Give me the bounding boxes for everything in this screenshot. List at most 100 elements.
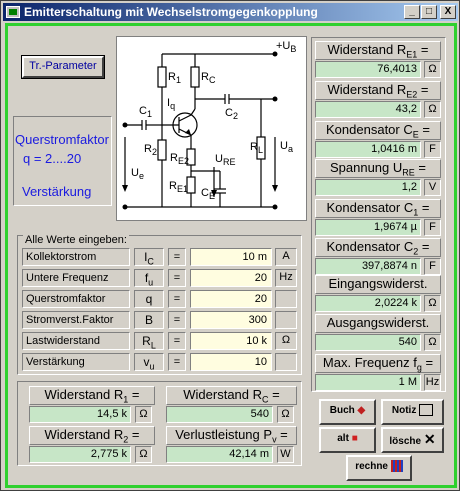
result-unit-4: F [424,219,441,236]
input-symbol-2: q [134,290,164,308]
app-window: Emitterschaltung mit Wechselstromgegenko… [0,0,460,491]
result-label-4: Kondensator C1 = [315,199,441,218]
bottom-unit-1: Ω [277,406,294,423]
input-symbol-5: vu [134,353,164,371]
result-unit-2: F [424,141,441,158]
alt-button[interactable]: alt ■ [319,427,376,453]
bottom-eq: = [276,427,288,442]
result-name: Ausgangswiderst. [326,315,430,330]
symbol-sub: u [149,361,155,372]
label-ub: +UB [276,40,297,55]
label-ure: URE [215,153,236,168]
close-button[interactable]: X [440,5,456,19]
bottom-eq: = [128,427,140,442]
input-label-3: Stromverst.Faktor [22,311,130,329]
result-unit-7: Ω [424,334,441,351]
minimize-button[interactable]: _ [404,5,420,19]
result-value-2: 1,0416 m [315,141,421,158]
result-label-8: Max. Frequenz fg = [315,354,441,373]
bottom-label-1: Widerstand RC = [166,386,297,405]
result-unit-6: Ω [424,295,441,312]
input-label-0: Kollektorstrom [22,248,130,266]
input-unit-1: Hz [275,269,297,287]
bottom-label-2: Widerstand R2 = [29,426,155,445]
notiz-button[interactable]: Notiz [381,399,444,425]
label-ce: CE [201,187,215,202]
bottom-name: Widerstand R [183,387,263,402]
bottom-label-3: Verlustleistung Pv = [166,426,297,445]
input-symbol-4: RL [134,332,164,350]
result-unit-3: V [424,179,441,196]
result-name: Spannung U [329,160,403,175]
input-eq-4: = [168,332,186,350]
bottom-name: Verlustleistung P [175,427,273,442]
title-bar: Emitterschaltung mit Wechselstromgegenko… [3,3,458,21]
input-eq-2: = [168,290,186,308]
bottom-eq: = [128,387,140,402]
book-icon: ◆ [357,405,366,416]
input-label-2: Querstromfaktor [22,290,130,308]
tr-parameter-button[interactable]: Tr.-Parameter [21,55,105,79]
result-label-1: Widerstand RE2 = [315,81,441,100]
result-unit-8: Hz [424,374,441,391]
result-unit-0: Ω [424,61,441,78]
result-value-0: 76,4013 [315,61,421,78]
input-field-0[interactable]: 10 m [190,248,272,266]
label-rl: RL [250,141,263,156]
input-label-5: Verstärkung [22,353,130,371]
symbol-sub: u [148,277,154,288]
bottom-unit-3: W [277,446,294,463]
symbol-sub: L [150,340,156,351]
input-unit-2 [275,290,297,308]
result-value-6: 2,0224 k [315,295,421,312]
result-value-8: 1 M [315,374,421,391]
label-r1: R1 [168,71,181,86]
alt-label: alt [337,433,349,444]
result-eq: = [417,82,429,97]
result-sub: E1 [406,49,418,60]
result-eq: = [421,355,434,370]
bottom-eq: = [268,387,280,402]
result-label-5: Kondensator C2 = [315,238,441,257]
input-label-4: Lastwiderstand [22,332,130,350]
input-unit-4: Ω [275,332,297,350]
input-unit-0: A [275,248,297,266]
result-name: Widerstand R [327,82,407,97]
label-ua: Ua [280,140,293,155]
input-eq-3: = [168,311,186,329]
bottom-value-1: 540 [166,406,273,423]
loesche-label: lösche [389,436,422,447]
result-name: Kondensator C [326,200,414,215]
symbol-sub: C [147,256,154,267]
input-unit-3 [275,311,297,329]
label-re2: RE2 [170,152,189,167]
label-iq: Iq [167,97,176,112]
result-sub: E2 [406,89,418,100]
info-range: q = 2....20 [23,151,82,166]
symbol-text: q [145,292,153,306]
window-title: Emitterschaltung mit Wechselstromgegenko… [24,5,318,19]
result-name: Widerstand R [327,42,407,57]
rechne-button[interactable]: rechne [346,455,412,481]
input-symbol-1: fu [134,269,164,287]
input-field-4[interactable]: 10 k [190,332,272,350]
app-icon [6,6,20,18]
label-c1: C1 [139,105,152,120]
info-verstaerkung: Verstärkung [22,184,92,199]
input-symbol-0: IC [134,248,164,266]
result-unit-1: Ω [424,101,441,118]
bottom-value-0: 14,5 k [29,406,131,423]
buch-button[interactable]: Buch ◆ [319,399,376,425]
maximize-button[interactable]: □ [421,5,437,19]
result-unit-5: F [424,258,441,275]
input-field-2[interactable]: 20 [190,290,272,308]
notiz-label: Notiz [391,405,417,416]
loesche-button[interactable]: lösche ✕ [381,427,444,453]
input-field-3[interactable]: 300 [190,311,272,329]
input-field-1[interactable]: 20 [190,269,272,287]
input-panel-title: Alle Werte eingeben: [23,234,129,246]
bottom-unit-2: Ω [135,446,152,463]
input-field-5[interactable]: 10 [190,353,272,371]
result-value-7: 540 [315,334,421,351]
result-eq: = [417,42,429,57]
